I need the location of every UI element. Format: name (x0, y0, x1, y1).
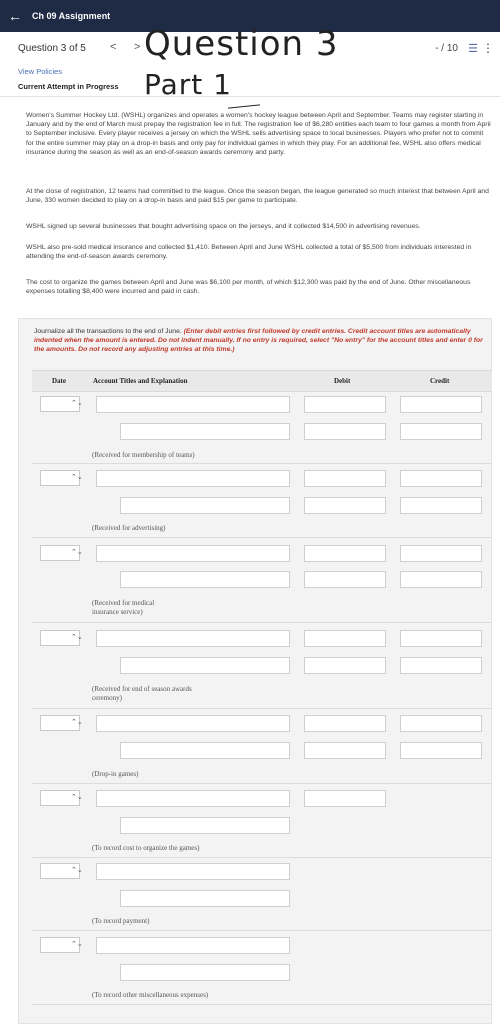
account-title-input[interactable] (96, 470, 290, 487)
debit-input[interactable] (304, 497, 386, 514)
problem-paragraph-3: WSHL signed up several businesses that b… (26, 223, 421, 230)
account-title-input[interactable] (96, 715, 290, 732)
debit-input[interactable] (304, 423, 386, 440)
account-title-input[interactable] (120, 497, 290, 514)
chevron-updown-icon: ⌃⌄ (71, 400, 83, 407)
question-counter: Question 3 of 5 (18, 43, 86, 54)
row-divider (32, 783, 492, 784)
next-question-icon[interactable]: > (134, 41, 140, 53)
divider (0, 96, 500, 97)
more-options-icon[interactable]: ⋮ (482, 41, 494, 55)
date-select[interactable]: ⌃⌄ (40, 630, 83, 646)
credit-input[interactable] (400, 715, 482, 732)
score-label: - / 10 (435, 43, 458, 54)
entry-explanation: (Received for advertising) (92, 524, 166, 532)
entry-explanation: (Drop-in games) (92, 770, 139, 778)
problem-paragraph-5: The cost to organize the games between A… (26, 279, 471, 296)
account-title-input[interactable] (120, 890, 290, 907)
account-title-input[interactable] (96, 545, 290, 562)
chevron-updown-icon: ⌃⌄ (71, 549, 83, 556)
account-title-input[interactable] (96, 396, 290, 413)
entry-explanation: (Received for medical insurance service) (92, 599, 155, 616)
instructions-text: Journalize all the transactions to the e… (34, 328, 184, 335)
journal-table-header: Date Account Titles and Explanation Debi… (32, 370, 492, 392)
row-divider (32, 857, 492, 858)
problem-paragraph-1: Women's Summer Hockey Ltd. (WSHL) organi… (26, 112, 491, 156)
credit-input[interactable] (400, 657, 482, 674)
account-title-input[interactable] (120, 964, 290, 981)
row-divider (32, 930, 492, 931)
problem-paragraph-4: WSHL also pre-sold medical insurance and… (26, 244, 472, 261)
entry-explanation: (Received for membership of teams) (92, 451, 195, 459)
entry-explanation: (Received for end of season awards cerem… (92, 685, 192, 702)
handwritten-underline (228, 104, 260, 109)
entry-explanation: (To record other miscellaneous expenses) (92, 991, 209, 999)
row-divider (32, 463, 492, 464)
entry-explanation: (To record cost to organize the games) (92, 844, 200, 852)
debit-input[interactable] (304, 396, 386, 413)
debit-input[interactable] (304, 742, 386, 759)
account-title-input[interactable] (120, 817, 290, 834)
debit-input[interactable] (304, 715, 386, 732)
back-arrow-icon[interactable]: ← (8, 8, 26, 24)
date-select[interactable]: ⌃⌄ (40, 545, 83, 561)
credit-input[interactable] (400, 396, 482, 413)
journal-instructions: Journalize all the transactions to the e… (34, 327, 490, 355)
date-select[interactable]: ⌃⌄ (40, 790, 83, 806)
account-title-input[interactable] (96, 937, 290, 954)
assignment-title: Ch 09 Assignment (32, 11, 111, 21)
row-divider (32, 708, 492, 709)
header-date: Date (52, 377, 66, 385)
account-title-input[interactable] (96, 863, 290, 880)
date-select[interactable]: ⌃⌄ (40, 396, 83, 412)
debit-input[interactable] (304, 571, 386, 588)
view-policies-link[interactable]: View Policies (18, 67, 62, 76)
date-select[interactable]: ⌃⌄ (40, 863, 83, 879)
prev-question-icon[interactable]: < (110, 41, 116, 53)
header-debit: Debit (334, 377, 351, 385)
credit-input[interactable] (400, 423, 482, 440)
debit-input[interactable] (304, 470, 386, 487)
chevron-updown-icon: ⌃⌄ (71, 794, 83, 801)
row-divider (32, 537, 492, 538)
chevron-updown-icon: ⌃⌄ (71, 867, 83, 874)
date-select[interactable]: ⌃⌄ (40, 715, 83, 731)
account-title-input[interactable] (120, 423, 290, 440)
credit-input[interactable] (400, 630, 482, 647)
credit-input[interactable] (400, 545, 482, 562)
debit-input[interactable] (304, 545, 386, 562)
header-credit: Credit (430, 377, 450, 385)
account-title-input[interactable] (120, 571, 290, 588)
question-list-icon[interactable]: ☰ (468, 42, 478, 55)
header-account: Account Titles and Explanation (93, 377, 188, 385)
handwritten-annotation-question: Question 3 (144, 24, 339, 64)
chevron-updown-icon: ⌃⌄ (71, 719, 83, 726)
chevron-updown-icon: ⌃⌄ (71, 941, 83, 948)
credit-input[interactable] (400, 742, 482, 759)
debit-input[interactable] (304, 657, 386, 674)
chevron-updown-icon: ⌃⌄ (71, 634, 83, 641)
account-title-input[interactable] (96, 630, 290, 647)
debit-input[interactable] (304, 630, 386, 647)
debit-input[interactable] (304, 790, 386, 807)
chevron-updown-icon: ⌃⌄ (71, 474, 83, 481)
entry-explanation: (To record payment) (92, 917, 150, 925)
date-select[interactable]: ⌃⌄ (40, 937, 83, 953)
account-title-input[interactable] (120, 657, 290, 674)
account-title-input[interactable] (96, 790, 290, 807)
credit-input[interactable] (400, 497, 482, 514)
problem-paragraph-2: At the close of registration, 12 teams h… (26, 188, 489, 205)
account-title-input[interactable] (120, 742, 290, 759)
row-divider (32, 1004, 492, 1005)
credit-input[interactable] (400, 470, 482, 487)
attempt-status: Current Attempt in Progress (18, 82, 119, 91)
date-select[interactable]: ⌃⌄ (40, 470, 83, 486)
row-divider (32, 622, 492, 623)
credit-input[interactable] (400, 571, 482, 588)
